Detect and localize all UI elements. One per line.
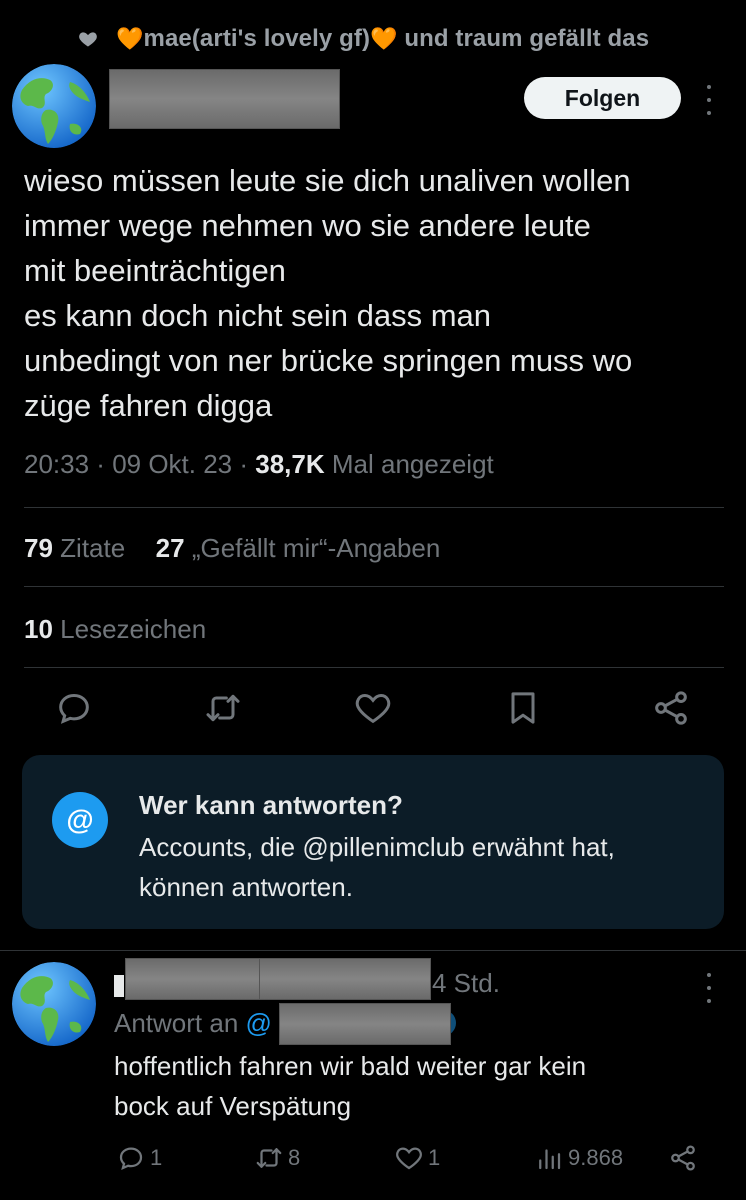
follow-button[interactable]: Folgen — [524, 77, 681, 119]
reply-action-bar: 1 8 1 9.868 — [0, 1140, 746, 1180]
reply-time[interactable]: 4 Std. — [432, 968, 500, 999]
share-icon — [671, 1145, 695, 1171]
bookmarks-label: Lesezeichen — [60, 614, 207, 644]
reply-name-fragment — [114, 975, 124, 997]
reply-share-action[interactable] — [668, 1140, 702, 1176]
reply-restriction-desc: Accounts, die @pillenimclub erwähnt hat,… — [139, 827, 709, 907]
reply-restriction-box: @ Wer kann antworten? Accounts, die @pil… — [22, 755, 724, 929]
bookmark-icon[interactable] — [503, 688, 543, 728]
earth-globe-avatar — [12, 962, 96, 1046]
orange-heart-icon: 🧡 — [370, 26, 398, 51]
reply-likes-action[interactable]: 1 — [394, 1140, 440, 1176]
reply-to-label: Antwort an — [114, 1008, 239, 1038]
post-text-line: wieso müssen leute sie dich unaliven wol… — [24, 163, 631, 198]
likes-count: 27 — [155, 533, 185, 563]
reply-likes-count: 1 — [428, 1145, 441, 1170]
divider — [0, 950, 746, 951]
post-text-line: unbedingt von ner brücke springen muss w… — [24, 343, 633, 378]
post-action-bar — [0, 688, 746, 734]
more-icon[interactable] — [704, 85, 714, 115]
reply-views-count: 9.868 — [568, 1145, 624, 1170]
divider — [24, 507, 724, 508]
at-icon: @ — [52, 792, 108, 848]
bookmarks-stat[interactable]: 10 Lesezeichen — [24, 614, 206, 645]
quotes-count: 79 — [24, 533, 53, 563]
reply-author-avatar[interactable] — [12, 962, 96, 1046]
author-avatar[interactable] — [12, 64, 96, 148]
reply-to: Antwort an @ — [114, 1008, 272, 1039]
reply-views-action[interactable]: 9.868 — [534, 1140, 623, 1176]
redacted-reply-to-handle — [279, 1003, 451, 1045]
repost-icon — [256, 1148, 282, 1168]
redacted-reply-name — [125, 958, 260, 1000]
post-text-line: es kann doch nicht sein dass man — [24, 298, 491, 333]
divider — [24, 667, 724, 668]
redacted-reply-handle — [259, 958, 431, 1000]
post-meta: 20:33 · 09 Okt. 23 · 38,7K Mal angezeigt — [24, 449, 494, 479]
reply-restriction-title: Wer kann antworten? — [139, 790, 403, 820]
reply-replies-count: 1 — [150, 1145, 163, 1170]
post-text-line: züge fahren digga — [24, 388, 273, 423]
reply-replies-action[interactable]: 1 — [116, 1140, 162, 1176]
bookmarks-count: 10 — [24, 614, 53, 644]
reply-restriction-line: Accounts, die @pillenimclub erwähnt hat, — [139, 832, 615, 862]
reply-text: hoffentlich fahren wir bald weiter gar k… — [114, 1046, 734, 1126]
heart-icon — [79, 32, 97, 47]
redacted-author-name — [109, 69, 340, 129]
reply-icon[interactable] — [54, 688, 94, 728]
post-views-count: 38,7K — [255, 449, 325, 479]
reply-reposts-count: 8 — [288, 1145, 301, 1170]
quotes-stat[interactable]: 79 Zitate — [24, 533, 125, 563]
social-context-text: 🧡mae(arti's lovely gf)🧡 und traum gefäll… — [116, 25, 649, 53]
like-icon — [396, 1147, 422, 1170]
liked-by-name: mae(arti's lovely gf) — [143, 25, 371, 52]
more-icon[interactable] — [704, 973, 714, 1003]
like-icon[interactable] — [353, 688, 393, 728]
likes-stat[interactable]: 27 „Gefällt mir“-Angaben — [156, 533, 441, 563]
likes-label: „Gefällt mir“-Angaben — [191, 533, 441, 563]
post-date[interactable]: 09 Okt. 23 — [112, 449, 232, 479]
reply-icon — [119, 1147, 143, 1170]
post-stats: 79 Zitate 27 „Gefällt mir“-Angaben — [24, 533, 440, 564]
reply-to-mention[interactable]: @ — [246, 1008, 272, 1038]
quotes-label: Zitate — [60, 533, 126, 563]
reply-reposts-action[interactable]: 8 — [254, 1140, 300, 1176]
reply-restriction-line: können antworten. — [139, 872, 353, 902]
post-text-line: mit beeinträchtigen — [24, 253, 286, 288]
liked-by-suffix: und traum gefällt das — [404, 25, 650, 52]
repost-icon[interactable] — [203, 688, 243, 728]
social-context[interactable]: 🧡mae(arti's lovely gf)🧡 und traum gefäll… — [78, 22, 649, 56]
post-text-line: immer wege nehmen wo sie andere leute — [24, 208, 591, 243]
post-text: wieso müssen leute sie dich unaliven wol… — [24, 158, 734, 428]
divider — [24, 586, 724, 587]
earth-globe-avatar — [12, 64, 96, 148]
orange-heart-icon: 🧡 — [116, 26, 144, 51]
post-time[interactable]: 20:33 — [24, 449, 89, 479]
share-icon[interactable] — [651, 688, 691, 728]
reply-text-line: bock auf Verspätung — [114, 1091, 352, 1121]
post-views-label: Mal angezeigt — [331, 449, 494, 479]
reply-text-line: hoffentlich fahren wir bald weiter gar k… — [114, 1051, 587, 1081]
views-icon — [539, 1149, 561, 1170]
